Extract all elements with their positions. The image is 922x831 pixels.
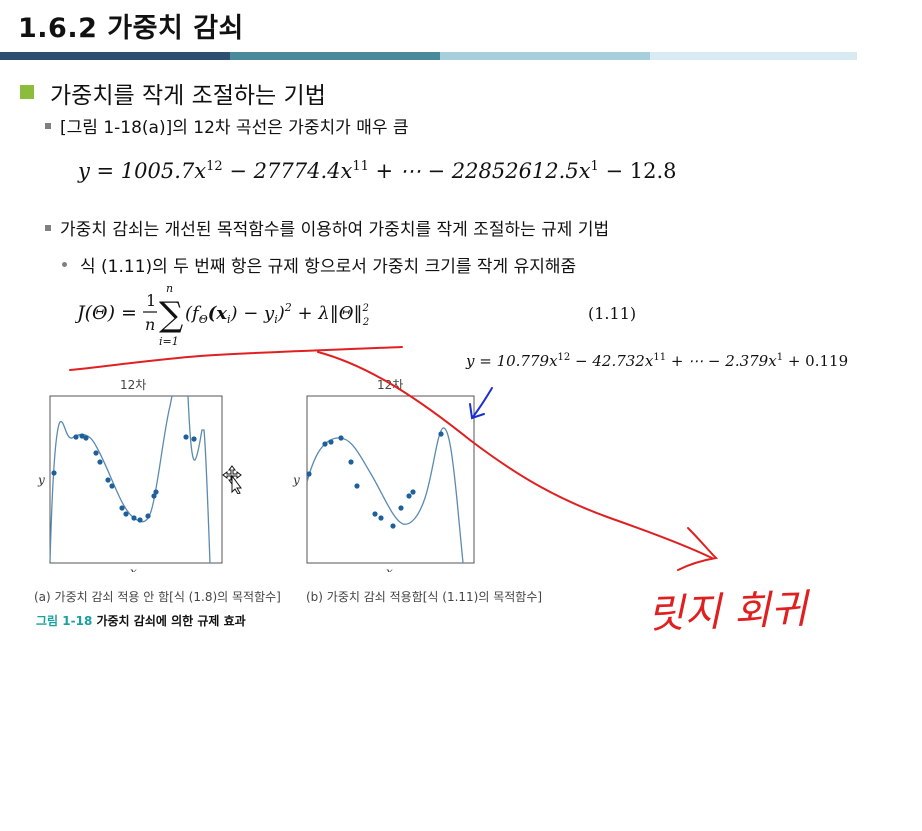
red-arrow-stroke xyxy=(317,351,713,559)
red-underline-stroke xyxy=(69,346,403,371)
handwritten-ridge-note: 릿지 회귀 xyxy=(647,586,813,638)
blue-arrow-stroke xyxy=(471,387,493,419)
red-arrow-head xyxy=(677,527,719,571)
handwriting-annotation-layer: 릿지 회귀 xyxy=(69,346,813,638)
